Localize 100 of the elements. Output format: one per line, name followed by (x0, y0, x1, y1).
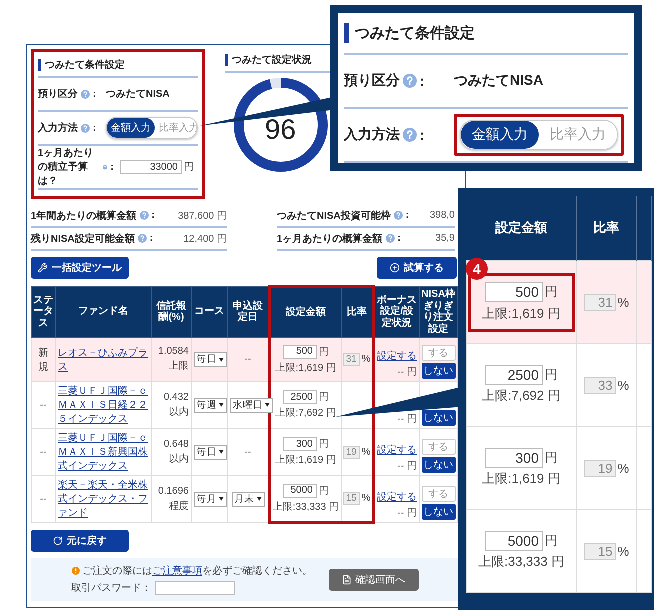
summary-label: 1年間あたりの概算金額 (31, 210, 137, 222)
amount-input[interactable]: 500 (485, 282, 543, 302)
label-colon: : (152, 210, 155, 221)
course-select[interactable]: 毎週 (194, 398, 227, 412)
course-select[interactable]: 毎日 (194, 352, 227, 367)
column-header: 信託報酬(%) (152, 286, 192, 338)
accent-bar (225, 54, 228, 66)
fee-note: 以内 (169, 406, 189, 418)
ratio-field: 31 (343, 353, 360, 366)
toggle-option[interactable]: 金額入力 (461, 121, 539, 149)
amount-input[interactable]: 5000 (485, 531, 543, 551)
caret-icon (219, 450, 224, 454)
day-select[interactable]: 水曜日 (230, 398, 273, 412)
fee-value: 0.432 (164, 392, 189, 402)
ratio-field: 19 (584, 460, 616, 476)
amount-input[interactable]: 5000 (283, 484, 317, 498)
limit-text: 上限:7,692 円 (276, 406, 336, 420)
caret-icon (219, 403, 224, 407)
summary-value: 12,400 円 (184, 232, 227, 246)
unit-label: 円 (319, 346, 329, 358)
account-type: つみたてNISA (454, 72, 544, 90)
limit-text: 上限:7,692 円 (482, 387, 561, 405)
summary-label: 1ヶ月あたりの概算金額 (277, 232, 383, 246)
day-select[interactable]: 月末 (232, 492, 264, 506)
fee-value: 0.648 (164, 438, 189, 450)
percent-sign: % (362, 446, 371, 458)
percent-sign: % (618, 544, 630, 558)
help-icon[interactable] (403, 74, 417, 88)
label-colon: : (420, 127, 425, 143)
bonus-settings-link[interactable]: 設定する (377, 443, 417, 457)
limit-text: 上限:1,619 円 (482, 470, 561, 488)
amount-input[interactable]: 300 (485, 448, 543, 468)
course-select[interactable]: 毎日 (194, 444, 227, 460)
simulate-button[interactable]: 試算する (377, 257, 457, 279)
column-header: ボーナス設定/設定状況 (374, 286, 420, 338)
password-label: 取引パスワード： (72, 582, 152, 595)
amount-input[interactable]: 2500 (283, 390, 317, 404)
bulk-settings-button[interactable]: 一括設定ツール (31, 257, 129, 279)
bonus-amount: -- 円 (396, 507, 417, 520)
section-title: つみたて設定状況 (232, 53, 312, 67)
budget-input[interactable]: 33000 (120, 160, 182, 174)
help-icon[interactable] (140, 211, 149, 220)
caret-icon (256, 497, 262, 501)
help-icon[interactable] (403, 128, 417, 142)
bonus-settings-link[interactable]: 設定する (377, 490, 417, 504)
help-icon[interactable] (81, 124, 90, 132)
field-label: 1ヶ月あたりの積立予算は？ (38, 147, 95, 188)
ratio-field: 19 (343, 446, 360, 458)
nisa-option-button[interactable]: しない (422, 504, 456, 520)
fee-note: 程度 (169, 500, 189, 512)
nisa-option-button[interactable]: しない (422, 457, 456, 473)
wrench-icon (38, 263, 48, 273)
day-text: -- (244, 446, 252, 458)
summary-value: 398,0 (430, 210, 455, 221)
ratio-field: 31 (584, 294, 616, 310)
column-header: 比率 (576, 196, 636, 260)
field-label: 入力方法 (38, 121, 78, 135)
password-input[interactable] (154, 581, 234, 595)
fee-note: 上限 (169, 360, 189, 373)
help-icon[interactable] (103, 162, 108, 172)
course-select[interactable]: 毎月 (194, 492, 227, 506)
label-colon: : (93, 88, 96, 100)
bonus-amount: -- 円 (396, 460, 417, 473)
nisa-option-button[interactable]: しない (422, 363, 456, 379)
column-header: NISA枠ぎりぎり注文設定 (420, 286, 458, 338)
unit-label: 円 (319, 391, 329, 404)
summary-value: 35,9 (436, 233, 455, 244)
column-header: コース (192, 286, 228, 338)
accent-bar (344, 23, 349, 43)
unit-label: 円 (545, 449, 558, 467)
limit-text: 上限:1,619 円 (276, 454, 336, 467)
column-header: 申込設定日 (228, 286, 270, 338)
notice-link[interactable]: ご注意事項 (152, 566, 202, 577)
plus-circle-icon (390, 263, 400, 273)
document-icon (342, 574, 352, 584)
account-type: つみたてNISA (106, 88, 170, 101)
section-title: つみたて条件設定 (355, 24, 475, 42)
bonus-settings-link[interactable]: 設定する (377, 349, 417, 363)
unit-label: 円 (545, 282, 558, 300)
field-label: 入力方法 (344, 126, 400, 144)
column-header: 設定金額 (466, 196, 576, 260)
help-icon[interactable] (394, 211, 403, 220)
section-title: つみたて条件設定 (45, 58, 125, 72)
amount-input[interactable]: 500 (283, 344, 317, 358)
field-label: 預り区分 (38, 88, 78, 101)
back-button[interactable]: 元に戻す (31, 530, 129, 552)
amount-input[interactable]: 300 (283, 437, 317, 451)
amount-input[interactable]: 2500 (485, 365, 543, 385)
help-icon[interactable] (81, 90, 90, 98)
caret-icon (265, 403, 270, 407)
nisa-option-button[interactable]: しない (422, 410, 456, 426)
confirm-button[interactable]: 確認画面へ (328, 568, 418, 590)
help-icon[interactable] (386, 234, 395, 243)
percent-sign: % (362, 493, 371, 504)
help-icon[interactable] (138, 234, 147, 243)
fee-value: 0.1696 (158, 486, 189, 496)
label-colon: : (398, 233, 401, 244)
toggle-option[interactable]: 金額入力 (107, 118, 155, 138)
fee-value: 1.0584 (158, 346, 189, 357)
ratio-field: 33 (584, 376, 616, 394)
